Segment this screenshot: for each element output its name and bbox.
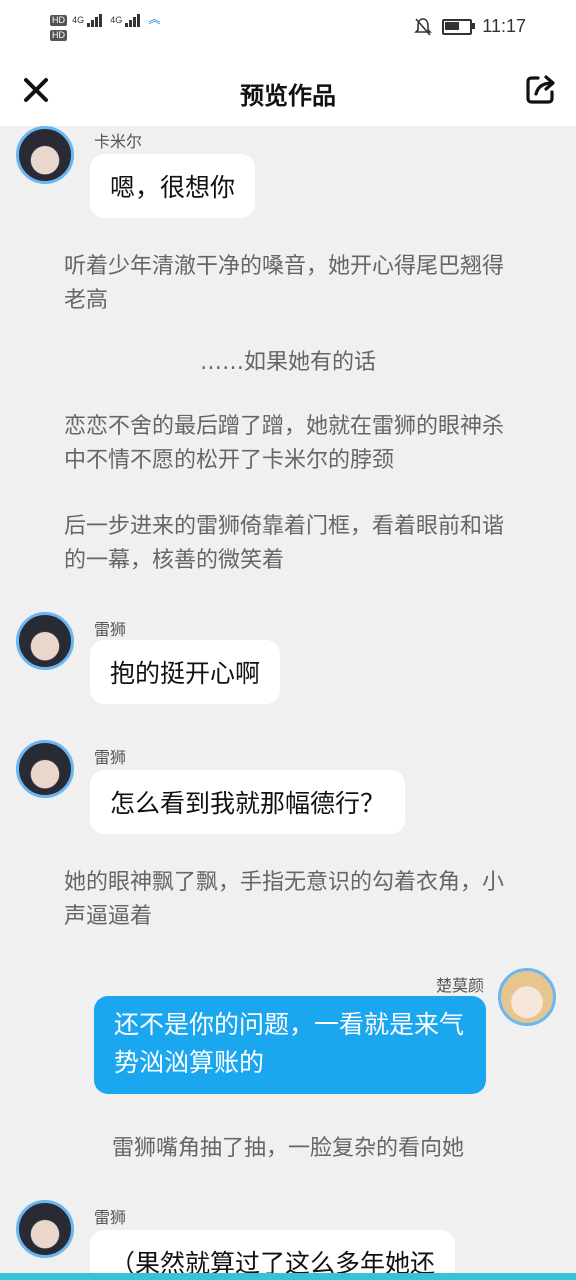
narration-text: 雷狮嘴角抽了抽，一脸复杂的看向她 — [111, 1136, 464, 1161]
hd-badge-2: HD — [50, 30, 67, 41]
sender-name: 雷狮 — [94, 748, 127, 767]
narration-text: ……如果她有的话 — [199, 350, 376, 375]
narration-text: 恋恋不舍的最后蹭了蹭，她就在雷狮的眼神杀中不情不愿的松开了卡米尔的脖颈 — [64, 414, 505, 473]
sender-name: 雷狮 — [94, 620, 127, 639]
sender-name: 雷狮 — [94, 1208, 127, 1227]
battery-icon — [442, 18, 476, 35]
page-title: 预览作品 — [240, 82, 336, 110]
status-bar: HD 4G 4G ︽ HD 11:17 — [0, 0, 576, 56]
status-right: 11:17 — [414, 16, 526, 37]
signal-indicators: HD 4G 4G ︽ HD — [50, 10, 160, 41]
share-button[interactable] — [522, 72, 558, 108]
chat-bubble: 还不是你的问题，一看就是来气势汹汹算账的 — [94, 996, 486, 1094]
network-type-2: 4G — [110, 15, 123, 25]
signal-icon-1 — [87, 14, 103, 27]
chat-bubble: 怎么看到我就那幅德行？ — [90, 770, 406, 834]
clock: 11:17 — [482, 16, 526, 36]
share-icon — [526, 75, 555, 104]
bottom-accent-bar — [0, 1273, 576, 1280]
narration-text: 听着少年清澈干净的嗓音，她开心得尾巴翘得老高 — [64, 254, 505, 313]
sender-name: 楚莫颜 — [435, 976, 484, 995]
avatar[interactable] — [16, 740, 74, 798]
signal-icon-2 — [125, 14, 141, 27]
chat-bubble: 抱的挺开心啊 — [90, 640, 281, 704]
narration-text: 她的眼神飘了飘，手指无意识的勾着衣角，小声逼逼着 — [64, 870, 505, 929]
avatar[interactable] — [16, 126, 74, 184]
hd-badge-1: HD — [50, 15, 67, 26]
sender-name: 卡米尔 — [94, 132, 143, 151]
wifi-icon: ︽ — [148, 12, 161, 26]
avatar[interactable] — [16, 612, 74, 670]
narration-text: 后一步进来的雷狮倚靠着门框，看着眼前和谐的一幕，核善的微笑着 — [64, 514, 505, 573]
chat-preview[interactable]: 卡米尔 嗯，很想你 听着少年清澈干净的嗓音，她开心得尾巴翘得老高 ……如果她有的… — [0, 126, 576, 1280]
chat-bubble: 嗯，很想你 — [90, 154, 256, 218]
avatar[interactable] — [498, 968, 556, 1026]
avatar[interactable] — [16, 1200, 74, 1258]
network-type-1: 4G — [72, 15, 85, 25]
mute-bell-icon — [414, 17, 433, 36]
battery-level — [445, 21, 460, 30]
app-header: 预览作品 — [0, 56, 576, 126]
